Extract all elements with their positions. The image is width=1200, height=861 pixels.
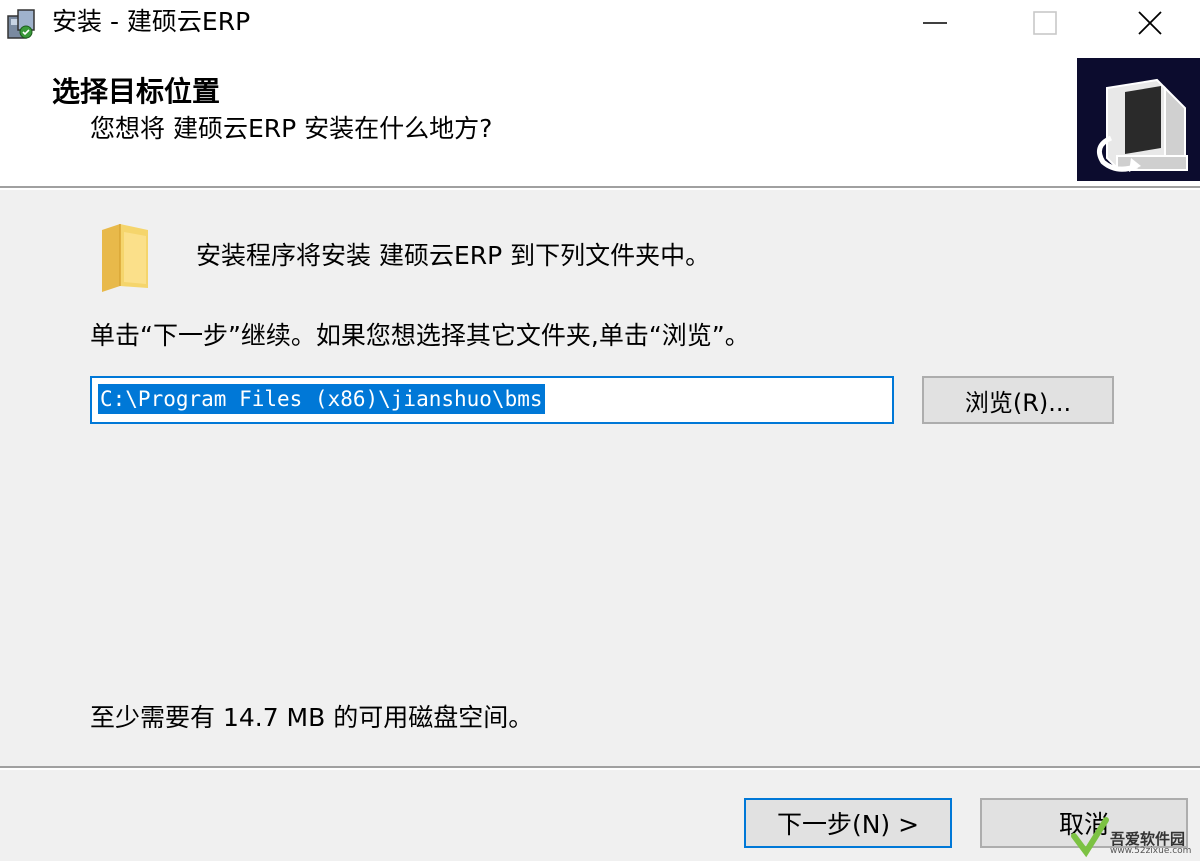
- maximize-button[interactable]: [990, 0, 1100, 46]
- title-bar: 安装 - 建硕云ERP: [0, 0, 1200, 46]
- watermark-logo-icon: [1071, 817, 1109, 858]
- page-subtitle: 您想将 建硕云ERP 安装在什么地方?: [90, 114, 493, 143]
- minimize-button[interactable]: [880, 0, 990, 46]
- page-title: 选择目标位置: [52, 75, 221, 108]
- watermark-url: www.52zixue.com: [1110, 846, 1192, 856]
- maximize-icon: [1033, 11, 1057, 35]
- watermark: 吾爱软件园 www.52zixue.com: [1070, 806, 1198, 858]
- instruction-text: 单击“下一步”继续。如果您想选择其它文件夹,单击“浏览”。: [90, 321, 750, 350]
- installer-icon: [7, 9, 35, 39]
- next-button[interactable]: 下一步(N) >: [744, 798, 952, 848]
- close-icon: [1138, 11, 1162, 35]
- install-info-text: 安装程序将安装 建硕云ERP 到下列文件夹中。: [196, 241, 711, 270]
- computer-install-icon: [1077, 58, 1200, 181]
- install-path-value: C:\Program Files (x86)\jianshuo\bms: [98, 384, 545, 414]
- install-path-input[interactable]: C:\Program Files (x86)\jianshuo\bms: [90, 376, 894, 424]
- minimize-icon: [923, 22, 947, 24]
- close-button[interactable]: [1100, 0, 1200, 46]
- wizard-header: 选择目标位置 您想将 建硕云ERP 安装在什么地方?: [0, 46, 1200, 186]
- window-title: 安装 - 建硕云ERP: [52, 7, 251, 36]
- header-divider-highlight: [0, 188, 1200, 190]
- footer-divider-highlight: [0, 768, 1200, 770]
- browse-button[interactable]: 浏览(R)...: [922, 376, 1114, 424]
- disk-space-text: 至少需要有 14.7 MB 的可用磁盘空间。: [90, 703, 534, 732]
- folder-icon: [102, 224, 148, 292]
